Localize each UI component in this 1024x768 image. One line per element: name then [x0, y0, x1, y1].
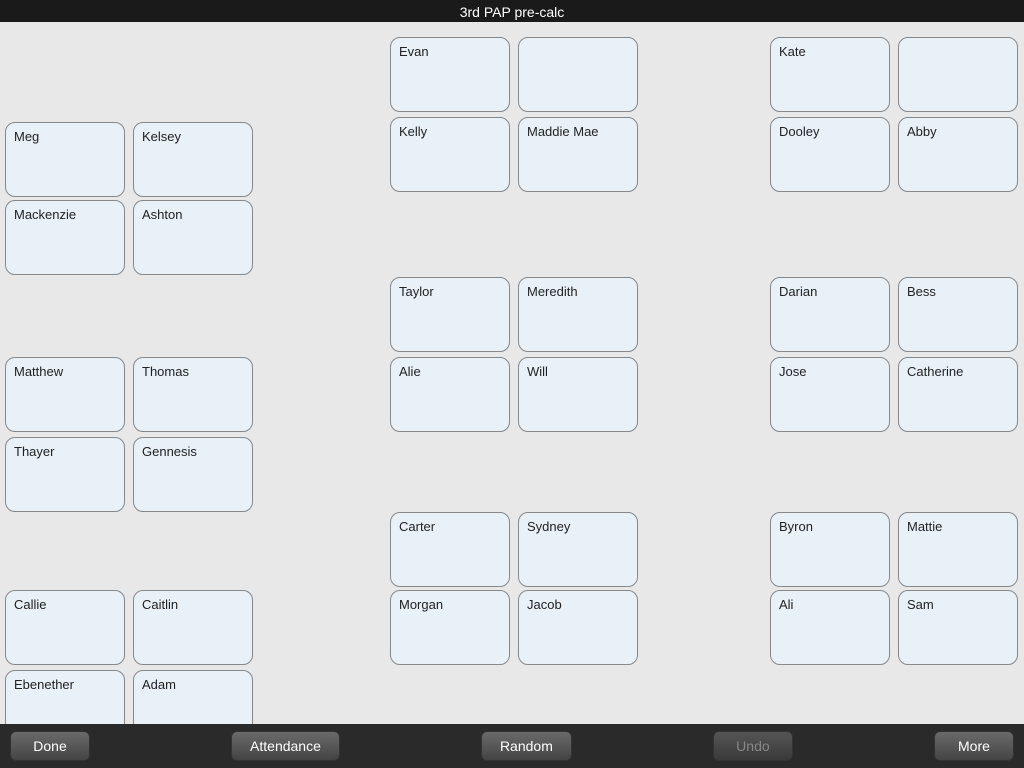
page-title: 3rd PAP pre-calc — [460, 4, 565, 20]
student-card[interactable]: Abby — [898, 117, 1018, 192]
student-card[interactable]: Will — [518, 357, 638, 432]
student-card[interactable]: Ali — [770, 590, 890, 665]
student-card[interactable]: Maddie Mae — [518, 117, 638, 192]
title-bar: 3rd PAP pre-calc — [0, 0, 1024, 22]
student-card[interactable]: Jacob — [518, 590, 638, 665]
student-card[interactable]: Thomas — [133, 357, 253, 432]
student-card[interactable]: Gennesis — [133, 437, 253, 512]
student-card[interactable]: Kate — [770, 37, 890, 112]
student-card[interactable]: Jose — [770, 357, 890, 432]
bottom-bar: Done Attendance Random Undo More — [0, 724, 1024, 768]
done-button[interactable]: Done — [10, 731, 90, 761]
student-card[interactable]: Carter — [390, 512, 510, 587]
student-card[interactable]: Kelly — [390, 117, 510, 192]
student-card[interactable]: Ashton — [133, 200, 253, 275]
student-card[interactable]: Evan — [390, 37, 510, 112]
student-card[interactable]: Ebenether — [5, 670, 125, 724]
student-card[interactable]: Meredith — [518, 277, 638, 352]
main-area: Evan Kate KellyMaddie Mae DooleyAbby MegKels… — [0, 22, 1024, 724]
student-card[interactable]: Mattie — [898, 512, 1018, 587]
student-card[interactable]: Meg — [5, 122, 125, 197]
student-card[interactable]: Sam — [898, 590, 1018, 665]
student-card[interactable]: Catherine — [898, 357, 1018, 432]
student-card[interactable]: Caitlin — [133, 590, 253, 665]
student-card[interactable]: Byron — [770, 512, 890, 587]
student-card[interactable]: Alie — [390, 357, 510, 432]
student-card[interactable]: Dooley — [770, 117, 890, 192]
attendance-button[interactable]: Attendance — [231, 731, 340, 761]
more-button[interactable]: More — [934, 731, 1014, 761]
student-card[interactable]: Bess — [898, 277, 1018, 352]
student-card[interactable] — [898, 37, 1018, 112]
random-button[interactable]: Random — [481, 731, 572, 761]
student-card[interactable]: Taylor — [390, 277, 510, 352]
student-card[interactable]: Sydney — [518, 512, 638, 587]
students-container: Evan Kate KellyMaddie Mae DooleyAbby MegKels… — [0, 22, 1024, 724]
student-card[interactable]: Kelsey — [133, 122, 253, 197]
undo-button[interactable]: Undo — [713, 731, 793, 761]
student-card[interactable]: Mackenzie — [5, 200, 125, 275]
student-card[interactable]: Morgan — [390, 590, 510, 665]
student-card[interactable]: Matthew — [5, 357, 125, 432]
student-card[interactable]: Darian — [770, 277, 890, 352]
student-card[interactable]: Adam — [133, 670, 253, 724]
student-card[interactable] — [518, 37, 638, 112]
student-card[interactable]: Thayer — [5, 437, 125, 512]
student-card[interactable]: Callie — [5, 590, 125, 665]
